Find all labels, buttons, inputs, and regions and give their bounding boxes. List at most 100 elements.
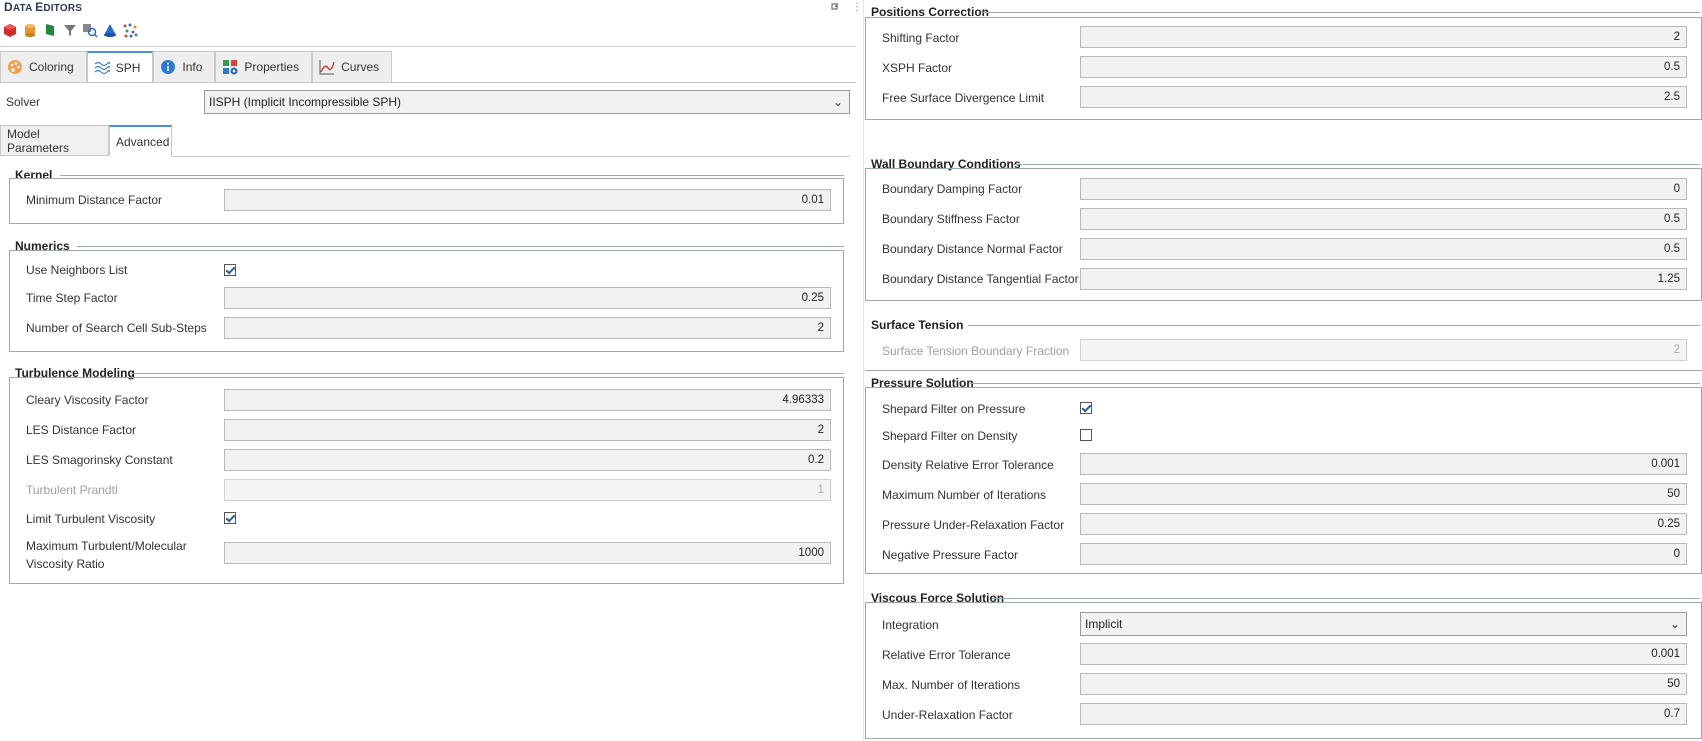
integration-select[interactable]: Implicit ⌄	[1080, 612, 1687, 636]
integration-label: Integration	[882, 618, 939, 632]
stiffness-field[interactable]: 0.5	[1080, 208, 1687, 230]
shifting-field[interactable]: 2	[1080, 26, 1687, 48]
panel-separator	[863, 0, 864, 741]
waves-icon	[94, 60, 111, 76]
use-neighbors-checkbox[interactable]	[224, 264, 236, 276]
red-cube-icon[interactable]	[2, 22, 18, 38]
search-region-icon[interactable]	[82, 22, 98, 38]
integration-value: Implicit	[1085, 617, 1123, 631]
tangential-field[interactable]: 1.25	[1080, 268, 1687, 290]
main-tabs: Coloring SPH Info Properties Curves	[0, 51, 393, 83]
green-flag-icon[interactable]	[42, 22, 58, 38]
turbulence-group-line	[131, 373, 844, 374]
negative-pressure-label: Negative Pressure Factor	[882, 548, 1019, 562]
damping-label: Boundary Damping Factor	[882, 182, 1023, 196]
tab-info[interactable]: Info	[153, 51, 216, 82]
subtab-model-parameters[interactable]: Model Parameters	[0, 125, 109, 156]
chevron-down-icon: ⌄	[1669, 617, 1680, 631]
shepard-pressure-checkbox[interactable]	[1080, 402, 1092, 414]
tab-label: Info	[182, 60, 203, 74]
relative-tolerance-field[interactable]: 0.001	[1080, 643, 1687, 665]
solver-label: Solver	[6, 95, 41, 109]
surface-group-title: Surface Tension	[871, 318, 964, 332]
blue-cone-icon[interactable]	[102, 22, 118, 38]
surface-fraction-field: 2	[1080, 339, 1687, 361]
viscous-max-iterations-field[interactable]: 50	[1080, 673, 1687, 695]
time-step-field[interactable]: 0.25	[224, 287, 831, 309]
min-distance-field[interactable]: 0.01	[224, 189, 831, 211]
turbulent-prandtl-field: 1	[224, 479, 831, 501]
tab-label: SPH	[115, 60, 141, 75]
shepard-density-checkbox[interactable]	[1080, 429, 1092, 441]
viscous-max-iterations-label: Max. Number of Iterations	[882, 678, 1021, 692]
properties-icon	[222, 59, 238, 75]
tab-label: Curves	[341, 60, 380, 74]
max-iterations-label: Maximum Number of Iterations	[882, 488, 1047, 502]
info-icon	[160, 59, 176, 75]
tabs-underline	[0, 82, 856, 83]
tab-coloring[interactable]: Coloring	[0, 51, 87, 82]
shepard-pressure-label: Shepard Filter on Pressure	[882, 402, 1026, 416]
cleary-field[interactable]: 4.96333	[224, 389, 831, 411]
kernel-group-line	[60, 175, 844, 176]
particles-icon[interactable]	[122, 22, 138, 38]
viscous-relax-field[interactable]: 0.7	[1080, 703, 1687, 725]
kebab-menu-icon[interactable]: ⋮	[852, 2, 862, 13]
pressure-relax-field[interactable]: 0.25	[1080, 513, 1687, 535]
free-surface-label: Free Surface Divergence Limit	[882, 91, 1045, 105]
panel-title: DATA EDITORS	[4, 0, 83, 14]
les-smagorinsky-label: LES Smagorinsky Constant	[26, 453, 173, 467]
damping-field[interactable]: 0	[1080, 178, 1687, 200]
use-neighbors-label: Use Neighbors List	[26, 263, 128, 277]
xsph-field[interactable]: 0.5	[1080, 56, 1687, 78]
solver-value: IISPH (Implicit Incompressible SPH)	[209, 95, 402, 109]
time-step-label: Time Step Factor	[26, 291, 118, 305]
normal-label: Boundary Distance Normal Factor	[882, 242, 1063, 256]
pin-icon[interactable]	[831, 3, 839, 11]
subtab-advanced[interactable]: Advanced	[109, 125, 172, 156]
density-tolerance-field[interactable]: 0.001	[1080, 453, 1687, 475]
tab-sph[interactable]: SPH	[86, 51, 154, 82]
viscous-group-line	[992, 598, 1700, 599]
les-distance-field[interactable]: 2	[224, 419, 831, 441]
shepard-density-label: Shepard Filter on Density	[882, 429, 1018, 443]
tab-curves[interactable]: Curves	[312, 51, 393, 82]
solver-select[interactable]: IISPH (Implicit Incompressible SPH) ⌄	[204, 90, 850, 114]
search-cell-field[interactable]: 2	[224, 317, 831, 339]
positions-group-line	[983, 12, 1700, 13]
funnel-icon[interactable]	[62, 22, 78, 38]
viscous-relax-label: Under-Relaxation Factor	[882, 708, 1013, 722]
max-ratio-label-line1: Maximum Turbulent/Molecular	[26, 539, 187, 553]
curves-icon	[319, 59, 335, 75]
numerics-group-line	[77, 246, 844, 247]
les-smagorinsky-field[interactable]: 0.2	[224, 449, 831, 471]
limit-viscosity-checkbox[interactable]	[224, 512, 236, 524]
tangential-label: Boundary Distance Tangential Factor	[882, 272, 1079, 286]
sub-tabs: Model Parameters Advanced	[0, 125, 172, 156]
toolbar-divider	[0, 46, 856, 47]
relative-tolerance-label: Relative Error Tolerance	[882, 648, 1011, 662]
search-cell-label: Number of Search Cell Sub-Steps	[26, 321, 207, 335]
shifting-label: Shifting Factor	[882, 31, 960, 45]
limit-viscosity-label: Limit Turbulent Viscosity	[26, 512, 156, 526]
les-distance-label: LES Distance Factor	[26, 423, 137, 437]
normal-field[interactable]: 0.5	[1080, 238, 1687, 260]
turbulent-prandtl-label: Turbulent Prandtl	[26, 483, 118, 497]
min-distance-label: Minimum Distance Factor	[26, 193, 163, 207]
max-iterations-field[interactable]: 50	[1080, 483, 1687, 505]
orange-cylinder-icon[interactable]	[22, 22, 38, 38]
chevron-down-icon: ⌄	[832, 95, 843, 109]
max-ratio-field[interactable]: 1000	[224, 542, 831, 564]
tab-properties[interactable]: Properties	[215, 51, 313, 82]
palette-icon	[7, 59, 23, 75]
max-ratio-label-line2: Viscosity Ratio	[26, 557, 105, 571]
subtabs-underline	[172, 156, 850, 157]
wall-group-line	[1013, 164, 1700, 165]
tab-label: Properties	[244, 60, 300, 74]
surface-group-bottom	[865, 370, 1702, 371]
free-surface-field[interactable]: 2.5	[1080, 86, 1687, 108]
pressure-group-line	[970, 383, 1700, 384]
density-tolerance-label: Density Relative Error Tolerance	[882, 458, 1054, 472]
pressure-relax-label: Pressure Under-Relaxation Factor	[882, 518, 1065, 532]
negative-pressure-field[interactable]: 0	[1080, 543, 1687, 565]
